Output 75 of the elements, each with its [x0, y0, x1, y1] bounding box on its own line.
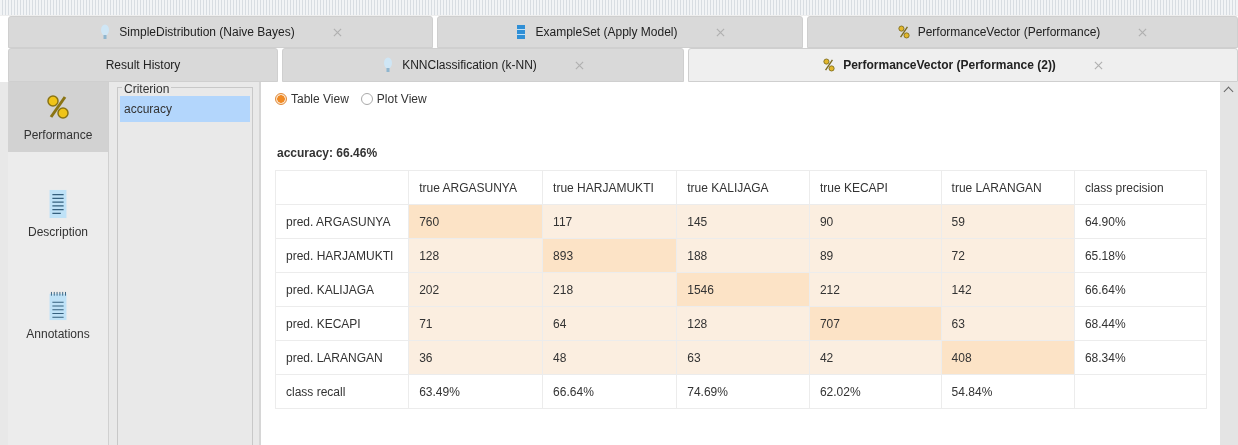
table-cell: 71: [408, 306, 543, 341]
column-header: true LARANGAN: [941, 170, 1075, 205]
table-cell: 74.69%: [676, 374, 810, 409]
table-cell: 202: [408, 272, 543, 307]
table-cell: 63.49%: [408, 374, 543, 409]
radio-label[interactable]: Table View: [291, 92, 349, 106]
table-icon: [515, 24, 528, 40]
table-cell: 66.64%: [1074, 272, 1207, 307]
table-cell: 54.84%: [941, 374, 1075, 409]
table-cell: 218: [542, 272, 677, 307]
table-cell: 66.64%: [542, 374, 677, 409]
column-header: class precision: [1074, 170, 1207, 205]
close-icon[interactable]: [332, 27, 342, 37]
result-title: accuracy: 66.46%: [277, 146, 379, 160]
scrollbar[interactable]: [1220, 82, 1238, 445]
table-cell: 893: [542, 238, 677, 273]
table-cell: 65.18%: [1074, 238, 1207, 273]
table-cell: 72: [941, 238, 1075, 273]
row-header: pred. ARGASUNYA: [275, 204, 409, 239]
sidebar-item[interactable]: Annotations: [8, 276, 108, 356]
result-tab[interactable]: SimpleDistribution (Naive Bayes): [8, 16, 433, 48]
row-header: pred. LARANGAN: [275, 340, 409, 375]
result-tab[interactable]: ExampleSet (Apply Model): [437, 16, 803, 48]
table-cell: 408: [941, 340, 1075, 375]
table-cell: 48: [542, 340, 677, 375]
row-header: pred. HARJAMUKTI: [275, 238, 409, 273]
radio-label[interactable]: Plot View: [376, 92, 427, 106]
result-tab[interactable]: Result History: [8, 48, 278, 82]
close-icon[interactable]: [1138, 27, 1148, 37]
table-cell: 64.90%: [1074, 204, 1207, 239]
table-cell: 145: [676, 204, 810, 239]
table-cell: 62.02%: [809, 374, 942, 409]
table-cell: 64: [542, 306, 677, 341]
row-header: pred. KALIJAGA: [275, 272, 409, 307]
table-cell: 89: [809, 238, 942, 273]
result-tab[interactable]: PerformanceVector (Performance): [807, 16, 1238, 48]
column-header: true ARGASUNYA: [408, 170, 543, 205]
table-cell: 128: [676, 306, 810, 341]
criterion-item[interactable]: accuracy: [120, 96, 250, 122]
table-cell: 1546: [676, 272, 810, 307]
table-cell: 68.44%: [1074, 306, 1207, 341]
close-icon[interactable]: [574, 60, 584, 70]
row-header: class recall: [275, 374, 409, 409]
table-cell: 59: [941, 204, 1075, 239]
result-tab[interactable]: PerformanceVector (Performance (2)): [688, 48, 1238, 82]
table-cell: 42: [809, 340, 942, 375]
result-tab[interactable]: KNNClassification (k-NN): [282, 48, 684, 82]
table-cell: 90: [809, 204, 942, 239]
sidebar-item[interactable]: Performance: [8, 82, 108, 152]
bulb-icon: [99, 24, 112, 40]
column-header: true KALIJAGA: [676, 170, 810, 205]
close-icon[interactable]: [715, 27, 725, 37]
table-cell: 68.34%: [1074, 340, 1207, 375]
table-cell: 117: [542, 204, 677, 239]
row-header: pred. KECAPI: [275, 306, 409, 341]
table-cell: 36: [408, 340, 543, 375]
table-cell: 63: [676, 340, 810, 375]
bulb-icon: [382, 57, 395, 73]
column-header: true KECAPI: [809, 170, 942, 205]
percent-icon: [897, 24, 910, 40]
radio-button[interactable]: [275, 93, 287, 105]
table-cell: 142: [941, 272, 1075, 307]
column-header: true HARJAMUKTI: [542, 170, 677, 205]
radio-button[interactable]: [360, 93, 373, 105]
table-cell: 128: [408, 238, 543, 273]
percent-icon: [46, 92, 70, 122]
table-cell: 707: [809, 306, 942, 341]
sidebar-item[interactable]: Description: [8, 174, 108, 254]
table-cell: 212: [809, 272, 942, 307]
criterion-label: Criterion: [122, 82, 172, 96]
table-cell: 188: [676, 238, 810, 273]
table-cell: 63: [941, 306, 1075, 341]
table-cell: 760: [408, 204, 543, 239]
close-icon[interactable]: [1093, 60, 1103, 70]
percent-icon: [823, 57, 836, 73]
